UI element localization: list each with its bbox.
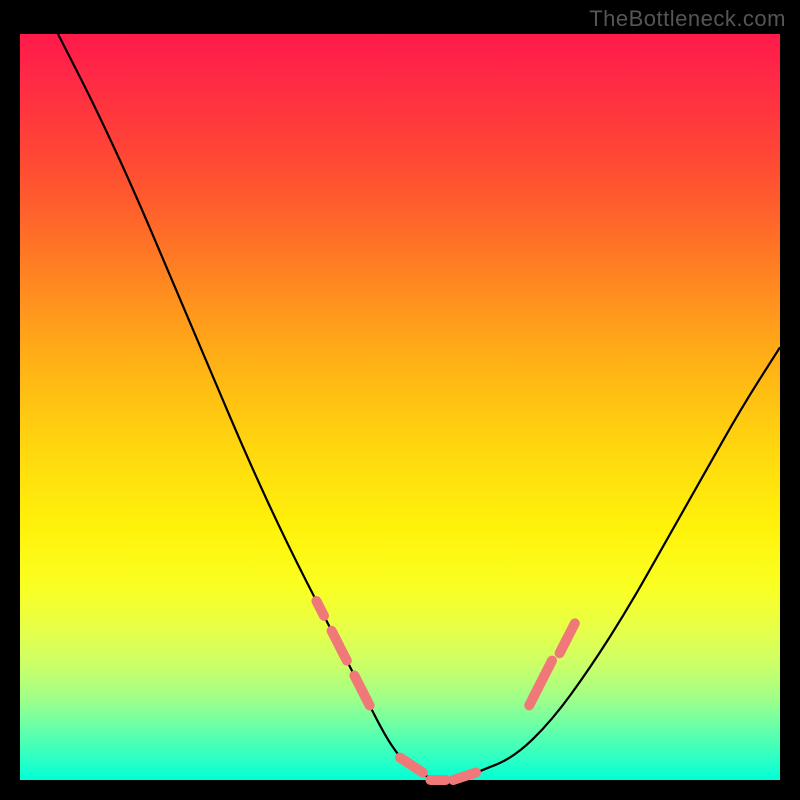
- marker-dash: [316, 601, 324, 616]
- bottleneck-curve: [58, 34, 780, 780]
- marker-dash: [529, 676, 544, 706]
- marker-dash: [332, 631, 347, 661]
- marker-dash: [453, 773, 476, 780]
- marker-dashes: [316, 601, 574, 780]
- plot-area: [20, 34, 780, 780]
- marker-dash: [354, 676, 369, 706]
- chart-frame: TheBottleneck.com: [0, 0, 800, 800]
- marker-dash: [544, 661, 552, 676]
- chart-svg: [20, 34, 780, 780]
- bottleneck-curve-path: [58, 34, 780, 780]
- watermark-text: TheBottleneck.com: [589, 6, 786, 32]
- marker-dash: [400, 758, 423, 773]
- marker-dash: [560, 623, 575, 653]
